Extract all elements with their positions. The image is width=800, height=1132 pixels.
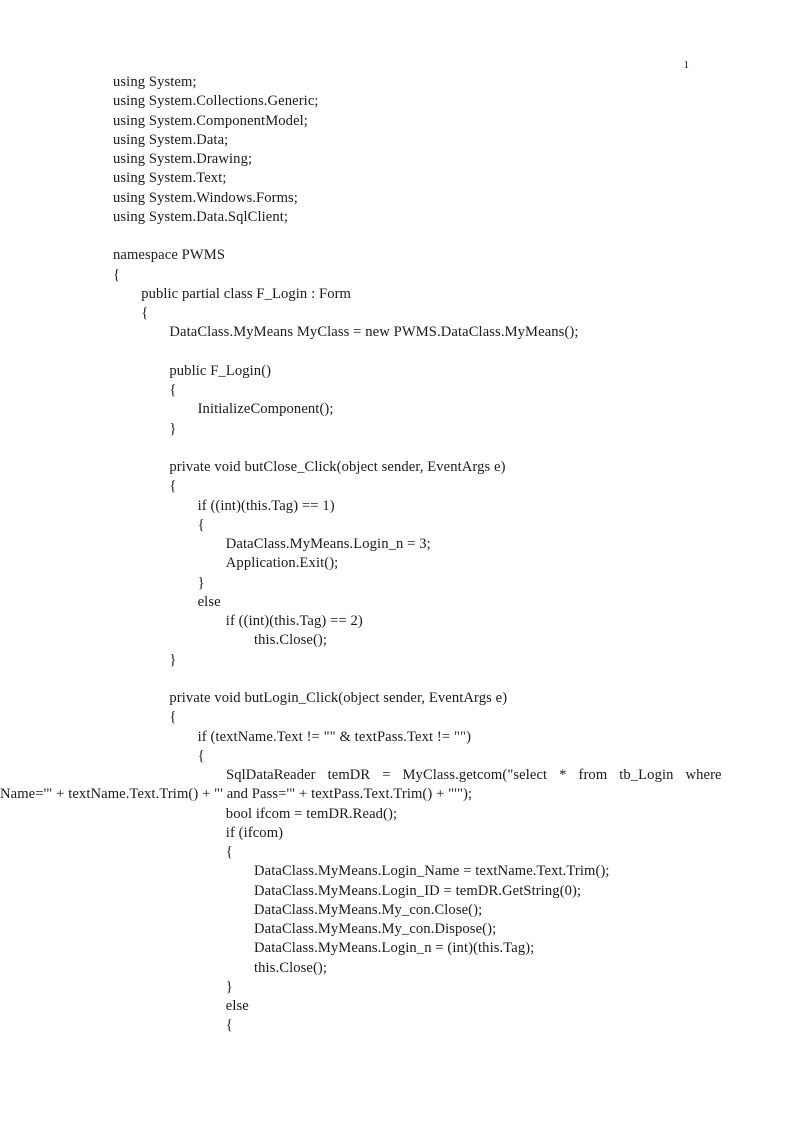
code-line: InitializeComponent(); <box>197 401 334 418</box>
code-line: if (textName.Text != "" & textPass.Text … <box>197 728 472 745</box>
code-line: } <box>169 420 177 437</box>
code-line: else <box>197 593 221 610</box>
code-block-before-wrap: using System; using System.Collections.Ge… <box>113 73 689 766</box>
code-line: DataClass.MyMeans.Login_n = (int)(this.T… <box>254 940 535 957</box>
code-line: { <box>225 844 233 860</box>
code-line: DataClass.MyMeans.My_con.Close(); <box>254 901 483 918</box>
code-line: using System.Data; <box>113 131 229 148</box>
code-listing: using System; using System.Collections.Ge… <box>0 73 722 1036</box>
code-line: DataClass.MyMeans MyClass = new PWMS.Dat… <box>169 324 579 341</box>
code-line: bool ifcom = temDR.Read(); <box>225 805 398 822</box>
code-line: DataClass.MyMeans.Login_Name = textName.… <box>254 863 610 880</box>
code-line: if ((int)(this.Tag) == 1) <box>197 497 335 514</box>
code-line: this.Close(); <box>254 959 328 976</box>
code-line: { <box>141 305 149 321</box>
code-line: { <box>169 478 177 495</box>
code-line: Application.Exit(); <box>225 555 339 572</box>
code-line: using System.Collections.Generic; <box>113 93 319 110</box>
code-line: using System.Drawing; <box>113 151 253 167</box>
code-line: DataClass.MyMeans.Login_n = 3; <box>225 536 431 552</box>
justified-statement-row-1: SqlDataReader temDR = MyClass.getcom("se… <box>226 767 722 783</box>
code-line: using System.Windows.Forms; <box>113 189 298 206</box>
code-line: private void butClose_Click(object sende… <box>169 459 506 475</box>
code-line: } <box>169 651 177 668</box>
code-line: { <box>225 1017 233 1034</box>
code-line: using System.ComponentModel; <box>113 112 308 129</box>
code-line: DataClass.MyMeans.My_con.Dispose(); <box>254 921 497 937</box>
code-line: { <box>197 747 205 764</box>
code-line: using System; <box>113 74 197 90</box>
code-line: { <box>169 382 177 398</box>
code-line: using System.Data.SqlClient; <box>113 208 289 225</box>
code-line: using System.Text; <box>113 170 227 187</box>
code-line: DataClass.MyMeans.Login_ID = temDR.GetSt… <box>254 882 582 899</box>
code-line: this.Close(); <box>254 632 328 649</box>
code-line: } <box>225 978 233 995</box>
code-line: public F_Login() <box>169 362 272 379</box>
code-line: if ((int)(this.Tag) == 2) <box>225 613 363 629</box>
page-number: 1 <box>683 59 690 71</box>
code-line: private void butLogin_Click(object sende… <box>169 690 508 706</box>
code-line: public partial class F_Login : Form <box>141 285 352 302</box>
justified-wrapped-statement: SqlDataReader temDR = MyClass.getcom("se… <box>0 766 722 805</box>
code-line: { <box>169 709 177 726</box>
code-line: { <box>113 266 121 283</box>
code-line: { <box>197 516 205 533</box>
code-line: if (ifcom) <box>225 824 284 841</box>
code-line: namespace PWMS <box>113 247 226 264</box>
document-page: 1 using System; using System.Collections.… <box>0 0 800 1132</box>
code-block-after-wrap: bool ifcom = temDR.Read(); if (ifcom) { Dat… <box>113 805 689 1036</box>
code-line: else <box>225 998 249 1014</box>
code-line: } <box>197 574 205 591</box>
justified-statement-row-2: Name='" + textName.Text.Trim() + "' and … <box>0 786 473 803</box>
